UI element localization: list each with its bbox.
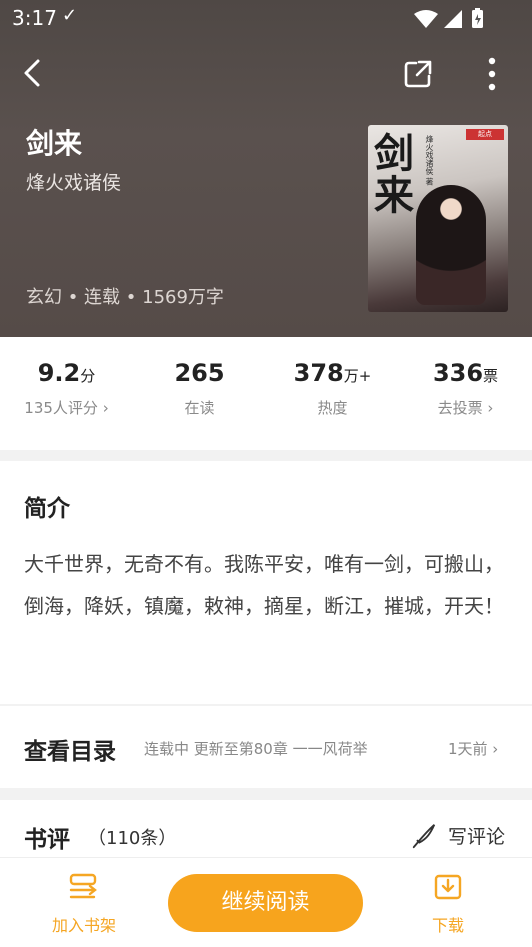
- toc-update-time: 1天前 ›: [448, 740, 499, 758]
- toc-heading: 查看目录: [24, 739, 116, 765]
- signal-icon: [444, 10, 462, 28]
- bottom-action-bar: 加入书架 继续阅读 下载: [0, 857, 532, 947]
- back-arrow-icon[interactable]: [18, 58, 48, 88]
- stat-value: 378: [293, 359, 344, 387]
- book-cover: 剑来 烽火戏诸侯 著 起点: [368, 125, 508, 312]
- intro-section: 简介 大千世界，无奇不有。我陈平安，唯有一剑，可搬山，倒海，降妖，镇魔，敕神，摘…: [0, 461, 532, 704]
- stat-unit: 分: [80, 367, 96, 385]
- reviews-count: （110条）: [88, 828, 177, 849]
- stat-unit: 万+: [343, 367, 372, 385]
- reviews-section: 书评 （110条） 写评论: [0, 800, 532, 860]
- cover-badge: 起点: [466, 129, 504, 140]
- status-time: 3:17: [12, 6, 57, 30]
- book-meta: 玄幻 • 连载 • 1569万字: [26, 287, 224, 308]
- quill-icon: [412, 824, 436, 849]
- status-icons: [414, 8, 483, 28]
- stat-value: 336: [432, 359, 484, 387]
- status-bar: 3:17 ✓: [0, 0, 532, 36]
- download-check-icon: ✓: [62, 5, 78, 26]
- write-review-label: 写评论: [448, 826, 506, 848]
- cover-title: 剑来: [374, 130, 414, 219]
- stat-rating[interactable]: 9.2分 135人评分 ›: [0, 359, 133, 418]
- download-label: 下载: [431, 916, 464, 935]
- download-icon: [434, 874, 462, 900]
- stat-unit: 票: [483, 367, 499, 385]
- cover-illustration: [416, 185, 486, 305]
- stat-reading: 265 在读: [133, 359, 266, 418]
- download-button[interactable]: 下载: [388, 872, 508, 936]
- add-to-shelf-label: 加入书架: [51, 916, 116, 935]
- cover-author-text: 烽火戏诸侯 著: [425, 135, 434, 186]
- reviews-heading: 书评: [24, 827, 70, 853]
- stat-value: 265: [174, 359, 225, 387]
- bookshelf-icon: [69, 873, 97, 899]
- stat-votes[interactable]: 336票 去投票 ›: [399, 359, 532, 418]
- table-of-contents-row[interactable]: 查看目录 连载中 更新至第80章 一一风荷举 1天前 ›: [0, 706, 532, 788]
- book-stats: 9.2分 135人评分 › 265 在读 378万+ 热度 336票 去投票 ›: [0, 337, 532, 450]
- wifi-icon: [414, 10, 438, 28]
- share-icon[interactable]: [402, 58, 434, 90]
- stat-popularity: 378万+ 热度: [266, 359, 399, 418]
- book-author[interactable]: 烽火戏诸侯: [26, 168, 121, 195]
- book-title: 剑来: [26, 127, 83, 160]
- book-header: 3:17 ✓ 剑来 烽火戏诸侯 玄幻 • 连载 • 1569万字 剑来 烽火戏诸…: [0, 0, 532, 337]
- stat-label: 热度: [317, 399, 348, 417]
- stat-label: 在读: [184, 399, 215, 417]
- intro-text[interactable]: 大千世界，无奇不有。我陈平安，唯有一剑，可搬山，倒海，降妖，镇魔，敕神，摘星，断…: [24, 543, 508, 627]
- stat-label: 135人评分 ›: [24, 399, 109, 417]
- intro-heading: 简介: [24, 496, 70, 522]
- toc-status: 连载中 更新至第80章 一一风荷举: [144, 740, 368, 758]
- add-to-shelf-button[interactable]: 加入书架: [24, 872, 144, 936]
- stat-label: 去投票 ›: [437, 399, 494, 417]
- write-review-button[interactable]: 写评论: [410, 820, 514, 850]
- continue-reading-button[interactable]: 继续阅读: [168, 874, 363, 932]
- stat-value: 9.2: [37, 359, 81, 387]
- more-vertical-icon[interactable]: [480, 56, 504, 92]
